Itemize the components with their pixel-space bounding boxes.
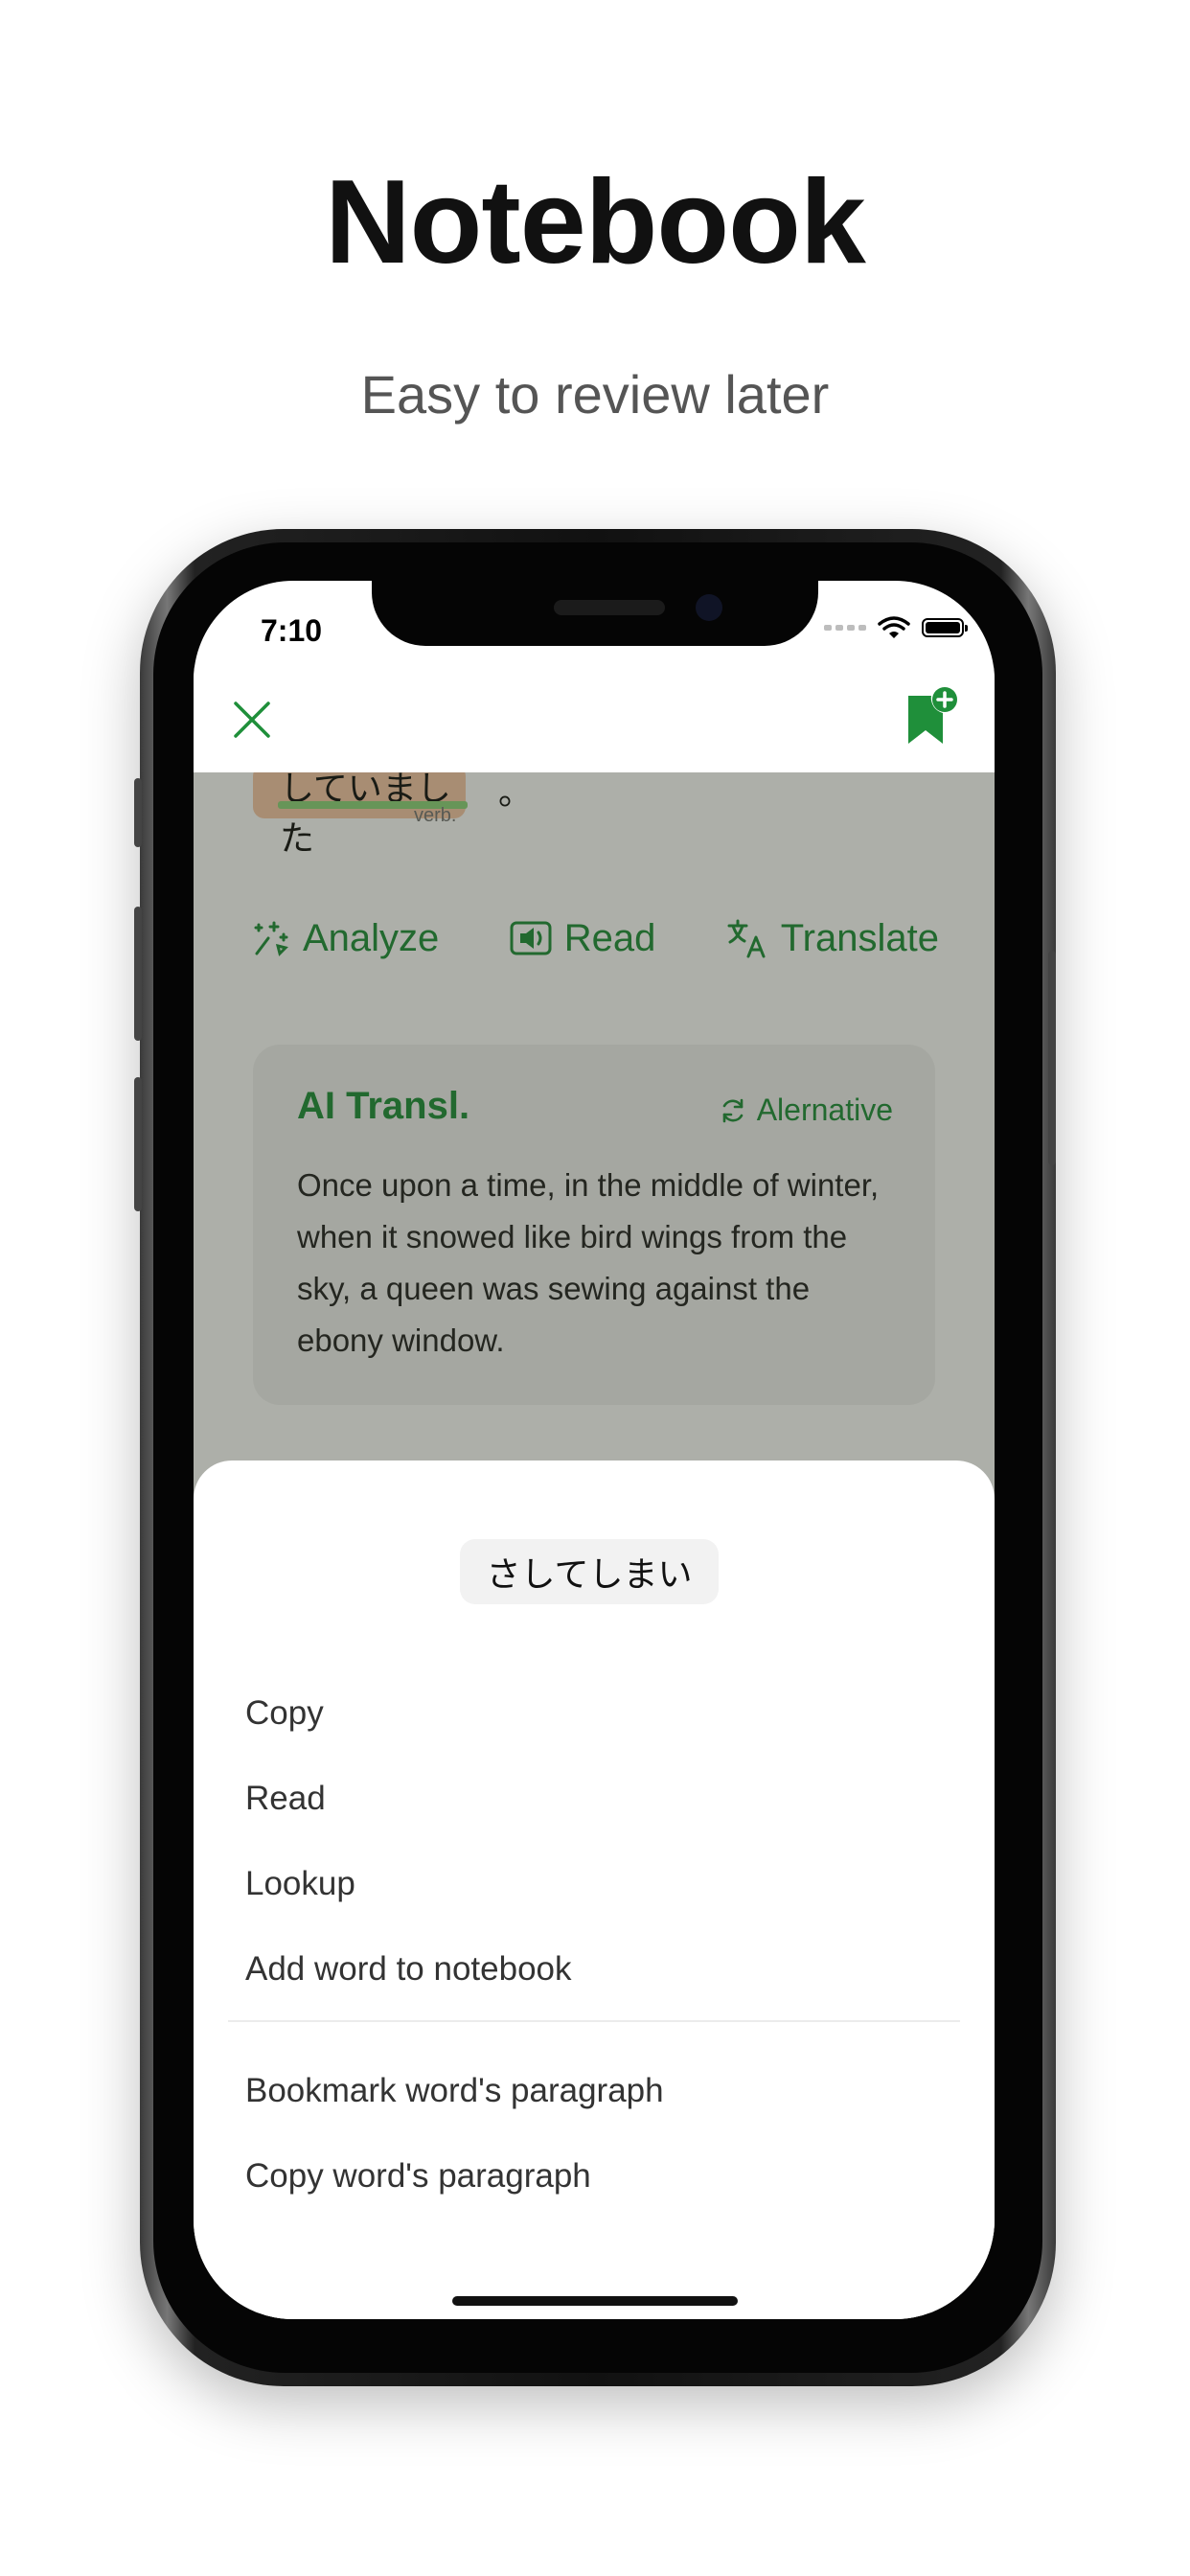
selected-word-chip: さしてしまい [460, 1539, 719, 1604]
menu-item-copy[interactable]: Copy [245, 1694, 324, 1733]
menu-item-copy-paragraph[interactable]: Copy word's paragraph [245, 2157, 591, 2196]
menu-item-add-to-notebook[interactable]: Add word to notebook [245, 1950, 572, 1989]
phone-side-button [134, 1077, 142, 1211]
cellular-icon [824, 625, 866, 631]
close-icon[interactable] [228, 696, 276, 744]
phone-side-button [134, 907, 142, 1041]
nav-bar [194, 667, 995, 772]
promo-subtitle: Easy to review later [360, 364, 830, 425]
promo-title: Notebook [325, 156, 866, 288]
wifi-icon [878, 616, 910, 638]
battery-icon [922, 618, 968, 637]
bookmark-add-icon[interactable] [903, 686, 960, 748]
phone-power-button [1048, 951, 1056, 1165]
menu-item-lookup[interactable]: Lookup [245, 1865, 355, 1903]
notch [372, 581, 818, 646]
menu-item-read[interactable]: Read [245, 1780, 326, 1818]
phone-side-button [134, 778, 142, 847]
status-icons [824, 615, 968, 640]
home-indicator[interactable] [452, 2296, 738, 2306]
speaker-grille [554, 600, 665, 615]
front-camera [696, 594, 722, 621]
phone-screen: していました verb. 。 Analyze Read Translate AI… [194, 581, 995, 2319]
menu-divider [228, 2020, 960, 2022]
menu-item-bookmark-paragraph[interactable]: Bookmark word's paragraph [245, 2072, 664, 2110]
status-time: 7:10 [261, 613, 323, 648]
context-sheet: さしてしまい Copy Read Lookup Add word to note… [194, 1460, 995, 2319]
